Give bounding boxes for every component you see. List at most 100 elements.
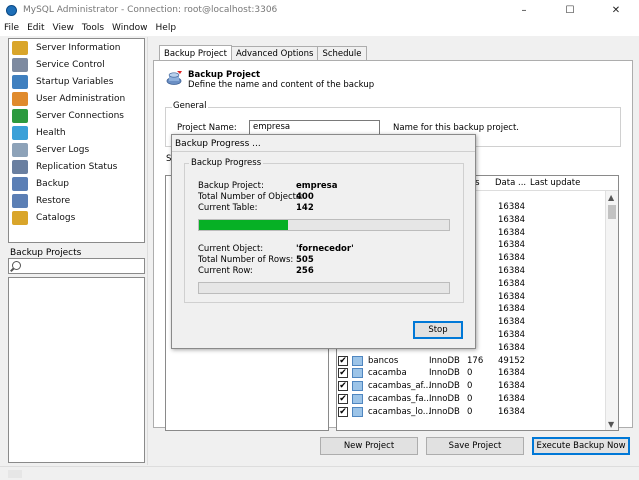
logs-icon (12, 143, 28, 158)
cell-data: 16384 (498, 406, 526, 417)
cell-data: 16384 (498, 240, 526, 251)
sidebar-item-label: Server Information (36, 42, 121, 53)
table-icon (352, 381, 363, 392)
row-checkbox[interactable]: ✔ (338, 394, 348, 404)
cell-rows: 0 (467, 394, 473, 404)
menu-window[interactable]: Window (108, 23, 152, 33)
close-button[interactable]: ✕ (593, 0, 639, 20)
minimize-button[interactable]: – (501, 0, 547, 20)
backup-projects-list[interactable] (8, 277, 145, 463)
projects-search-input[interactable] (8, 258, 145, 274)
maximize-button[interactable]: ☐ (547, 0, 593, 20)
table-row[interactable]: ✔ bancos InnoDB 176 49152 (337, 355, 618, 368)
project-label: Backup Project: (198, 181, 264, 191)
sidebar-item-restore[interactable]: Restore (9, 193, 144, 210)
sidebar-item-backup[interactable]: Backup (9, 176, 144, 193)
row-progress-bar (198, 282, 450, 294)
current-object-label: Current Object: (198, 244, 264, 254)
grid-scrollbar[interactable]: ▲ ▼ (605, 191, 618, 430)
project-name-label: Project Name: (177, 123, 237, 133)
restore-icon (12, 194, 28, 209)
sidebar-item-startup-variables[interactable]: Startup Variables (9, 73, 144, 90)
cell-rows: 176 (467, 355, 484, 366)
health-icon (12, 126, 28, 141)
search-icon (12, 261, 21, 270)
dialog-title-divider (172, 151, 475, 152)
backup-icon (12, 177, 28, 192)
total-rows-label: Total Number of Rows: (198, 255, 294, 265)
cell-data: 16384 (498, 278, 526, 289)
table-progress-fill (199, 220, 288, 230)
page-title: Backup Project (188, 70, 261, 80)
execute-backup-button[interactable]: Execute Backup Now (532, 437, 630, 455)
cell-data: 16384 (498, 291, 526, 302)
page-header: Backup Project Define the name and conte… (166, 70, 374, 90)
column-data-length[interactable]: Data ... (495, 178, 526, 188)
sidebar-item-label: Service Control (36, 59, 105, 70)
sidebar-item-service-control[interactable]: Service Control (9, 56, 144, 73)
sidebar-item-server-connections[interactable]: Server Connections (9, 107, 144, 124)
column-last-update[interactable]: Last update (530, 178, 580, 188)
status-grip (8, 470, 22, 478)
menu-edit[interactable]: Edit (23, 23, 48, 33)
menu-file[interactable]: File (0, 23, 23, 33)
sidebar-item-catalogs[interactable]: Catalogs (9, 210, 144, 227)
sidebar-item-server-logs[interactable]: Server Logs (9, 142, 144, 159)
title-bar: MySQL Administrator - Connection: root@l… (0, 0, 639, 20)
sidebar-item-health[interactable]: Health (9, 124, 144, 141)
panel-splitter[interactable] (147, 37, 148, 465)
tab-advanced-options[interactable]: Advanced Options (230, 46, 319, 61)
cell-data: 16384 (498, 394, 526, 404)
menu-view[interactable]: View (49, 23, 78, 33)
scroll-up-icon[interactable]: ▲ (608, 193, 614, 202)
project-name-input[interactable]: empresa (249, 120, 380, 135)
cell-rows: 0 (467, 368, 473, 379)
cell-engine: InnoDB (429, 381, 460, 392)
row-checkbox[interactable]: ✔ (338, 381, 348, 392)
sidebar-item-server-information[interactable]: Server Information (9, 39, 144, 56)
table-row[interactable]: ✔ cacambas_lo... InnoDB 0 16384 (337, 406, 618, 419)
table-icon (352, 368, 363, 379)
table-icon (352, 355, 363, 366)
row-checkbox[interactable]: ✔ (338, 368, 348, 379)
project-value: empresa (296, 181, 338, 191)
table-progress-bar (198, 219, 450, 231)
cell-name: cacamba (368, 368, 407, 379)
tab-schedule[interactable]: Schedule (317, 46, 367, 61)
status-bar (0, 466, 639, 480)
table-row[interactable]: ✔ cacamba InnoDB 0 16384 (337, 367, 618, 380)
tab-backup-project[interactable]: Backup Project (159, 45, 232, 61)
general-legend: General (172, 101, 208, 111)
cell-data: 49152 (498, 355, 526, 366)
cell-engine: InnoDB (429, 355, 460, 366)
startup-icon (12, 74, 28, 89)
cell-data: 16384 (498, 214, 526, 225)
cell-rows: 0 (467, 381, 473, 392)
total-objects-label: Total Number of Objects: (198, 192, 304, 202)
menu-help[interactable]: Help (152, 23, 181, 33)
sidebar-item-label: Server Logs (36, 145, 90, 156)
scroll-down-icon[interactable]: ▼ (608, 420, 614, 429)
row-checkbox[interactable]: ✔ (338, 406, 348, 417)
table-row[interactable]: ✔ cacambas_fa... InnoDB 0 16384 (337, 393, 618, 406)
dialog-title: Backup Progress ... (175, 139, 261, 149)
sidebar-item-label: Startup Variables (36, 76, 114, 87)
clock-icon (12, 57, 28, 72)
save-project-button[interactable]: Save Project (426, 437, 524, 455)
sidebar-item-replication-status[interactable]: Replication Status (9, 159, 144, 176)
menu-tools[interactable]: Tools (78, 23, 108, 33)
progress-legend: Backup Progress (189, 158, 264, 168)
current-row-value: 256 (296, 266, 314, 276)
cell-name: cacambas_af... (368, 381, 432, 392)
cell-data: 16384 (498, 253, 526, 264)
table-row[interactable]: ✔ cacambas_af... InnoDB 0 16384 (337, 380, 618, 393)
scroll-thumb[interactable] (608, 205, 616, 219)
sidebar-item-user-administration[interactable]: User Administration (9, 90, 144, 107)
current-object-value: 'fornecedor' (296, 244, 354, 254)
stop-button[interactable]: Stop (413, 321, 463, 339)
cell-data: 16384 (498, 227, 526, 238)
new-project-button[interactable]: New Project (320, 437, 418, 455)
sidebar-nav: Server Information Service Control Startup… (8, 38, 145, 243)
row-checkbox[interactable]: ✔ (338, 355, 348, 366)
progress-group: Backup Progress Backup Project: empresa … (184, 158, 464, 303)
